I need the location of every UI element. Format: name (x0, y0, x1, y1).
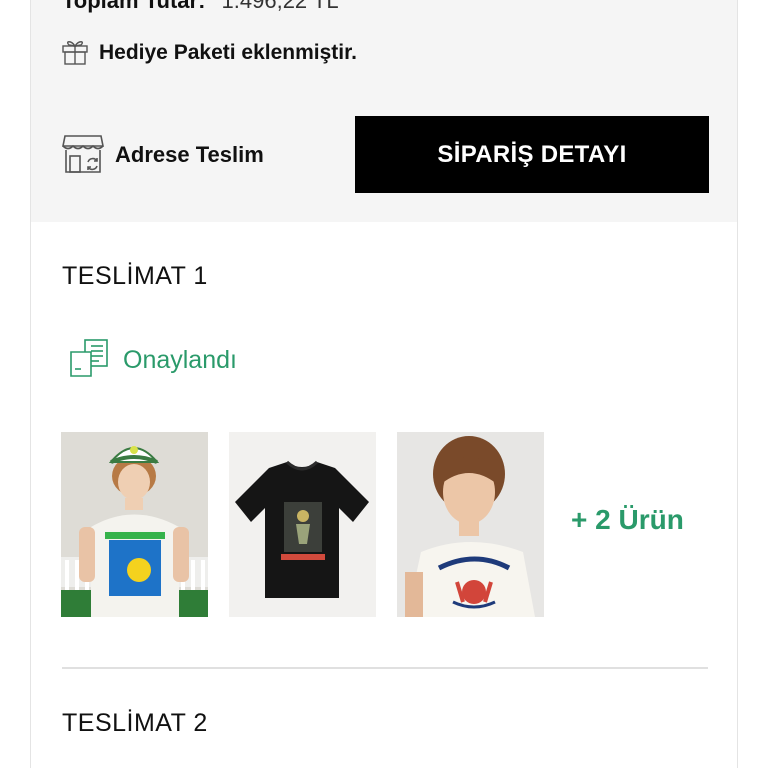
black-tshirt-photo (229, 432, 376, 617)
total-label: Toplam Tutar: (62, 0, 206, 13)
delivery-type-text: Adrese Teslim (115, 142, 264, 167)
delivery-1-status-text: Onaylandı (123, 345, 237, 374)
section-divider (62, 667, 708, 669)
delivery-1-status: Onaylandı (69, 338, 237, 382)
total-value: 1.496,22 TL (221, 0, 339, 13)
gift-package-text: Hediye Paketi eklenmiştir. (99, 41, 357, 64)
order-detail-button[interactable]: SİPARİŞ DETAYI (355, 116, 709, 193)
boston-lobster-tshirt-photo (397, 432, 544, 617)
order-card: Toplam Tutar: 1.496,22 TL Hediye Paketi … (30, 0, 738, 768)
order-summary: Toplam Tutar: 1.496,22 TL Hediye Paketi … (31, 0, 737, 222)
delivery-type-row: Adrese Teslim (61, 133, 264, 177)
kid-white-tshirt-cap-photo (61, 432, 208, 617)
store-delivery-icon (61, 132, 105, 179)
gift-package-row: Hediye Paketi eklenmiştir. (61, 38, 357, 68)
gift-icon (61, 36, 89, 71)
order-status-icon (69, 338, 111, 383)
total-row: Toplam Tutar: 1.496,22 TL (62, 0, 339, 14)
product-thumbnail[interactable] (61, 432, 208, 617)
delivery-2-title: TESLİMAT 2 (62, 709, 208, 737)
more-items-link[interactable]: + 2 Ürün (571, 504, 684, 536)
product-thumbnail[interactable] (397, 432, 544, 617)
product-thumbnail[interactable] (229, 432, 376, 617)
delivery-1-title: TESLİMAT 1 (62, 262, 208, 290)
